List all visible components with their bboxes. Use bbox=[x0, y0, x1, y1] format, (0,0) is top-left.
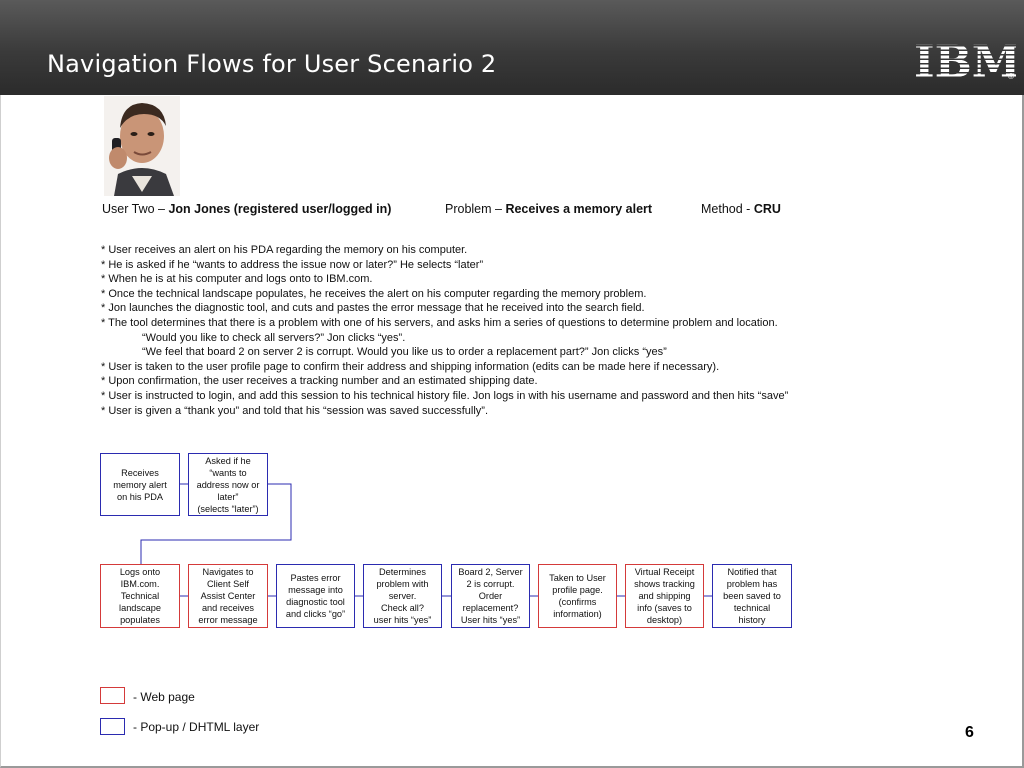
flow-connectors bbox=[140, 483, 712, 597]
legend-popup-label: - Pop-up / DHTML layer bbox=[133, 720, 260, 734]
flow-step-navigates-self-assist: Navigates to Client Self Assist Center a… bbox=[188, 564, 268, 628]
flow-step-determines-problem: Determines problem with server. Check al… bbox=[363, 564, 442, 628]
flow-step-asked-now-or-later: Asked if he “wants to address now or lat… bbox=[188, 453, 268, 516]
page-number: 6 bbox=[965, 724, 974, 741]
legend-web-swatch bbox=[100, 687, 125, 704]
flow-step-receives-alert: Receives memory alert on his PDA bbox=[100, 453, 180, 516]
flow-step-pastes-error: Pastes error message into diagnostic too… bbox=[276, 564, 355, 628]
legend-popup-swatch bbox=[100, 718, 125, 735]
flow-step-logs-onto-ibm: Logs onto IBM.com. Technical landscape p… bbox=[100, 564, 180, 628]
flow-step-virtual-receipt: Virtual Receipt shows tracking and shipp… bbox=[625, 564, 704, 628]
flow-step-user-profile: Taken to User profile page. (confirms in… bbox=[538, 564, 617, 628]
legend-web-label: - Web page bbox=[133, 690, 195, 704]
flow-step-board-corrupt: Board 2, Server 2 is corrupt. Order repl… bbox=[451, 564, 530, 628]
flow-step-notified-saved: Notified that problem has been saved to … bbox=[712, 564, 792, 628]
